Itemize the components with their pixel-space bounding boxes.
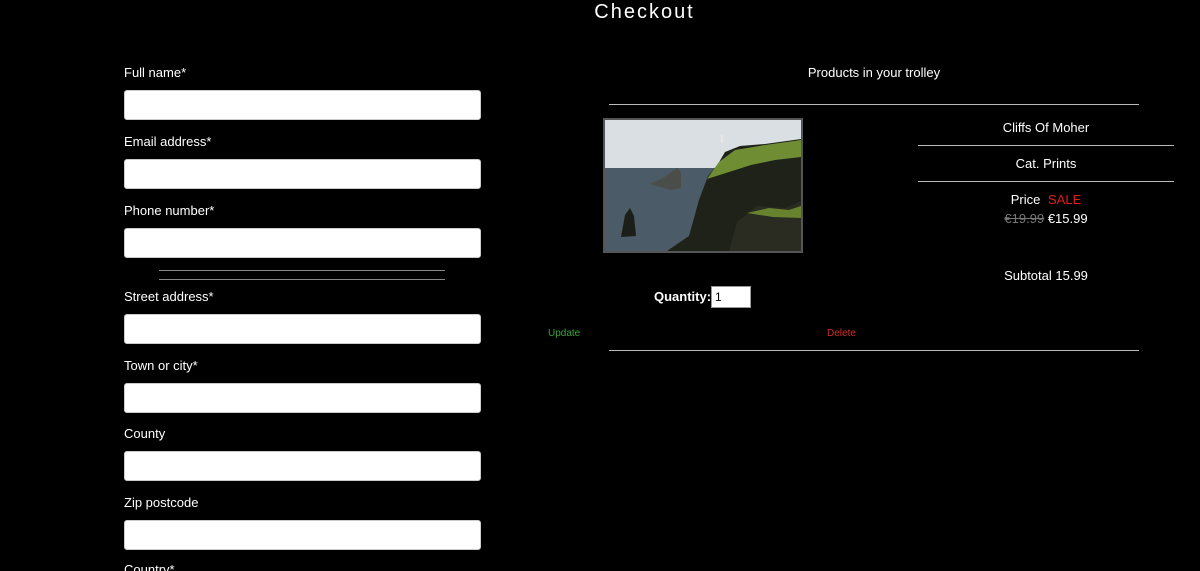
product-name-divider	[918, 145, 1174, 146]
price-label: Price	[1010, 192, 1041, 207]
product-category-divider	[918, 181, 1174, 182]
country-field: Country*	[124, 561, 481, 571]
email-field: Email address*	[124, 133, 481, 189]
form-divider-bottom	[159, 279, 445, 280]
full-name-field: Full name*	[124, 64, 481, 120]
phone-input[interactable]	[124, 228, 481, 258]
full-name-label: Full name*	[124, 65, 187, 80]
country-label: Country*	[124, 562, 175, 571]
sale-badge: SALE	[1048, 192, 1082, 207]
street-address-field: Street address*	[124, 288, 481, 344]
current-price: €15.99	[1047, 211, 1088, 226]
form-divider-top	[159, 270, 445, 271]
checkout-page: Checkout Full name* Email address* Phone…	[0, 0, 1200, 571]
quantity-label: Quantity:	[654, 289, 712, 304]
quantity-input[interactable]	[711, 286, 751, 308]
page-title: Checkout	[594, 1, 695, 23]
street-address-label: Street address*	[124, 289, 214, 304]
email-label: Email address*	[124, 134, 212, 149]
cliffs-image	[605, 120, 801, 251]
street-address-input[interactable]	[124, 314, 481, 344]
full-name-input[interactable]	[124, 90, 481, 120]
town-label: Town or city*	[124, 358, 198, 373]
old-price: €19.99	[1004, 211, 1045, 226]
town-field: Town or city*	[124, 357, 481, 413]
product-name: Cliffs Of Moher	[1002, 120, 1090, 135]
update-link[interactable]: Update	[548, 328, 580, 339]
postcode-field: Zip postcode	[124, 494, 481, 550]
email-input[interactable]	[124, 159, 481, 189]
county-field: County	[124, 425, 481, 481]
price-values: €19.99 €15.99	[918, 211, 1174, 226]
county-label: County	[124, 426, 166, 441]
price-row: Price SALE	[918, 192, 1174, 207]
town-input[interactable]	[124, 383, 481, 413]
subtotal: Subtotal 15.99	[1004, 268, 1088, 283]
product-image	[603, 118, 803, 253]
trolley-top-divider	[609, 104, 1139, 105]
county-input[interactable]	[124, 451, 481, 481]
product-category: Cat. Prints	[1015, 156, 1077, 171]
postcode-label: Zip postcode	[124, 495, 199, 510]
trolley-title: Products in your trolley	[807, 65, 941, 80]
phone-label: Phone number*	[124, 203, 215, 218]
delete-link[interactable]: Delete	[827, 328, 856, 339]
trolley-bottom-divider	[609, 350, 1139, 351]
postcode-input[interactable]	[124, 520, 481, 550]
phone-field: Phone number*	[124, 202, 481, 258]
